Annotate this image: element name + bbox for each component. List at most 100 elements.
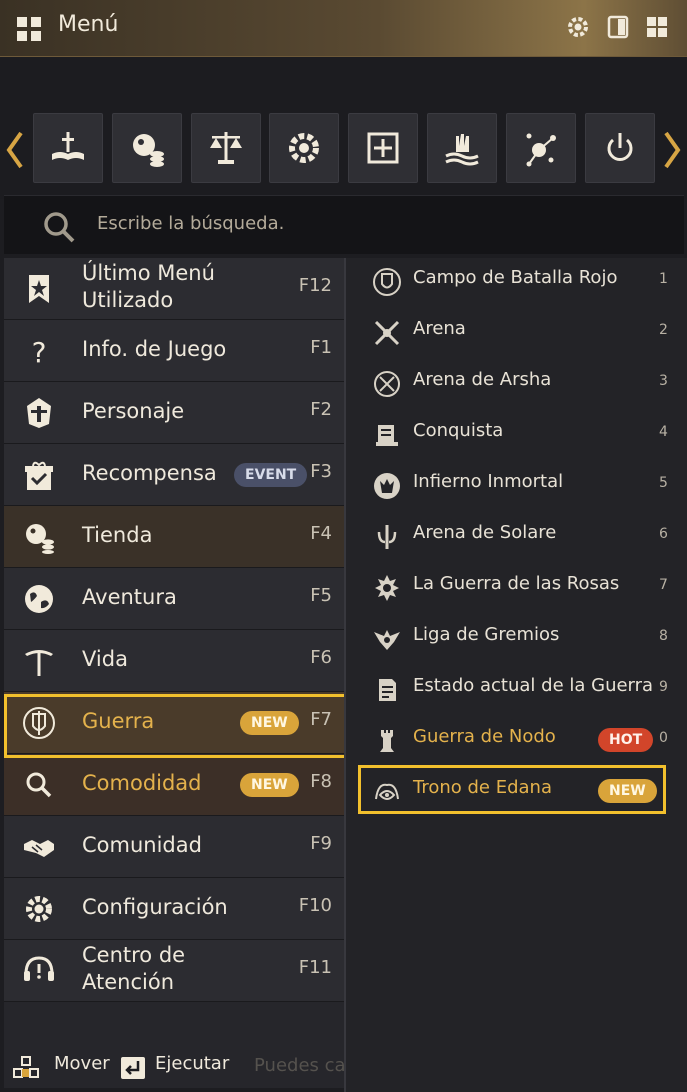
pearl-shop-icon <box>26 524 54 554</box>
quick-button-market[interactable] <box>191 113 261 183</box>
submenu-label: Arena de Arsha <box>413 369 552 390</box>
quick-button-power[interactable] <box>585 113 655 183</box>
arsha-emblem-icon <box>374 371 400 397</box>
menu-label: Aventura <box>82 585 177 609</box>
menu-label: Comodidad <box>82 771 202 795</box>
gear-icon <box>26 896 52 922</box>
hotkey: F12 <box>298 275 332 296</box>
submenu-item-conquista[interactable]: Conquista 4 <box>346 411 687 462</box>
solare-emblem-icon <box>377 525 397 549</box>
hotkey-number: 6 <box>659 526 668 542</box>
war-submenu: Campo de Batalla Rojo 1 Arena 2 Arena de… <box>344 258 687 1092</box>
menu-item-comodidad[interactable]: Comodidad NEW F8 <box>4 754 344 816</box>
search-placeholder[interactable]: Escribe la búsqueda. <box>97 213 284 234</box>
new-badge: NEW <box>240 773 299 797</box>
menu-item-aventura[interactable]: Aventura F5 <box>4 568 344 630</box>
menu-item-centro-atencion[interactable]: Centro de Atención F11 <box>4 940 344 1002</box>
menu-item-tienda[interactable]: Tienda F4 <box>4 506 344 568</box>
menu-item-comunidad[interactable]: Comunidad F9 <box>4 816 344 878</box>
submenu-label: Liga de Gremios <box>413 624 560 645</box>
hotkey-number: 9 <box>659 679 668 695</box>
quick-button-pearl-shop[interactable] <box>112 113 182 183</box>
quick-button-plus-box[interactable] <box>348 113 418 183</box>
menu-label: Vida <box>82 647 128 671</box>
quick-button-settings[interactable] <box>269 113 339 183</box>
red-battlefield-icon <box>373 268 401 296</box>
hotkey: F3 <box>310 461 332 482</box>
quick-button-network[interactable] <box>506 113 576 183</box>
network-icon <box>526 133 556 167</box>
menu-label-line2: Utilizado <box>82 288 174 312</box>
crossed-swords-icon <box>374 320 400 346</box>
support-headset-icon <box>24 956 54 981</box>
submenu-item-guerra-nodo[interactable]: Guerra de Nodo HOT 0 <box>346 717 687 768</box>
helmet-icon <box>27 398 51 428</box>
menu-label-line1: Centro de <box>82 943 186 967</box>
submenu-item-infierno-inmortal[interactable]: Infierno Inmortal 5 <box>346 462 687 513</box>
menu-label: Personaje <box>82 399 185 423</box>
hotkey-number: 5 <box>659 475 668 491</box>
menu-item-vida[interactable]: Vida F6 <box>4 630 344 692</box>
menu-label: Tienda <box>82 523 153 547</box>
execute-label: Ejecutar <box>155 1053 230 1074</box>
submenu-item-estado-guerra[interactable]: Estado actual de la Guerra 9 <box>346 666 687 717</box>
submenu-label: Arena de Solare <box>413 522 557 543</box>
menu-item-recompensa[interactable]: Recompensa EVENT F3 <box>4 444 344 506</box>
submenu-item-liga-gremios[interactable]: Liga de Gremios 8 <box>346 615 687 666</box>
hotkey-number: 0 <box>659 730 668 746</box>
chevron-left-icon[interactable] <box>5 130 25 170</box>
top-toolbar-area <box>0 57 687 199</box>
grid-view-icon[interactable] <box>645 15 669 39</box>
grid-icon <box>17 17 41 41</box>
rose-emblem-icon <box>375 575 399 601</box>
menu-label: Recompensa <box>82 461 217 485</box>
hotkey-number: 7 <box>659 577 668 593</box>
window-mode-icon[interactable] <box>606 15 630 39</box>
menu-item-info-juego[interactable]: ? Info. de Juego F1 <box>4 320 344 382</box>
book-sword-icon <box>52 132 84 160</box>
event-badge: EVENT <box>234 463 308 487</box>
quick-button-crystal[interactable] <box>427 113 497 183</box>
crystal-hand-icon <box>445 134 479 166</box>
window-title: Menú <box>58 12 119 37</box>
submenu-item-guerra-rosas[interactable]: La Guerra de las Rosas 7 <box>346 564 687 615</box>
search-icon <box>26 772 52 798</box>
hotkey-number: 1 <box>659 271 668 287</box>
gift-icon <box>25 461 53 490</box>
hotkey: F5 <box>310 585 332 606</box>
search-bar[interactable]: Escribe la búsqueda. <box>4 195 684 254</box>
search-icon <box>44 212 75 243</box>
hotkey-number: 8 <box>659 628 668 644</box>
power-icon <box>607 133 633 161</box>
pickaxe-icon <box>25 650 53 676</box>
move-keys-icon <box>13 1056 39 1078</box>
settings-icon <box>289 133 319 163</box>
menu-item-personaje[interactable]: Personaje F2 <box>4 382 344 444</box>
title-bar: Menú <box>0 0 687 57</box>
hotkey: F9 <box>310 833 332 854</box>
hotkey-number: 3 <box>659 373 668 389</box>
submenu-item-arena-solare[interactable]: Arena de Solare 6 <box>346 513 687 564</box>
chevron-right-icon[interactable] <box>662 130 682 170</box>
hotkey: F10 <box>298 895 332 916</box>
menu-label: Configuración <box>82 895 228 919</box>
submenu-label: Campo de Batalla Rojo <box>413 267 618 288</box>
tower-icon <box>380 730 394 752</box>
hotkey: F2 <box>310 399 332 420</box>
winged-emblem-icon <box>374 630 400 650</box>
bookmark-star-icon <box>29 275 49 303</box>
quick-button-book-sword[interactable] <box>33 113 103 183</box>
enter-key-icon <box>121 1057 145 1079</box>
globe-icon <box>25 585 53 613</box>
menu-item-last-used[interactable]: Último Menú Utilizado F12 <box>4 258 344 320</box>
submenu-item-arena[interactable]: Arena 2 <box>346 309 687 360</box>
document-icon <box>379 679 396 701</box>
menu-item-configuracion[interactable]: Configuración F10 <box>4 878 344 940</box>
settings-icon[interactable] <box>566 15 590 39</box>
submenu-label: La Guerra de las Rosas <box>413 573 620 594</box>
market-scale-icon <box>210 132 242 164</box>
submenu-item-arena-arsha[interactable]: Arena de Arsha 3 <box>346 360 687 411</box>
submenu-label: Arena <box>413 318 466 339</box>
scroll-icon <box>376 425 398 446</box>
submenu-item-campo-batalla[interactable]: Campo de Batalla Rojo 1 <box>346 258 687 309</box>
